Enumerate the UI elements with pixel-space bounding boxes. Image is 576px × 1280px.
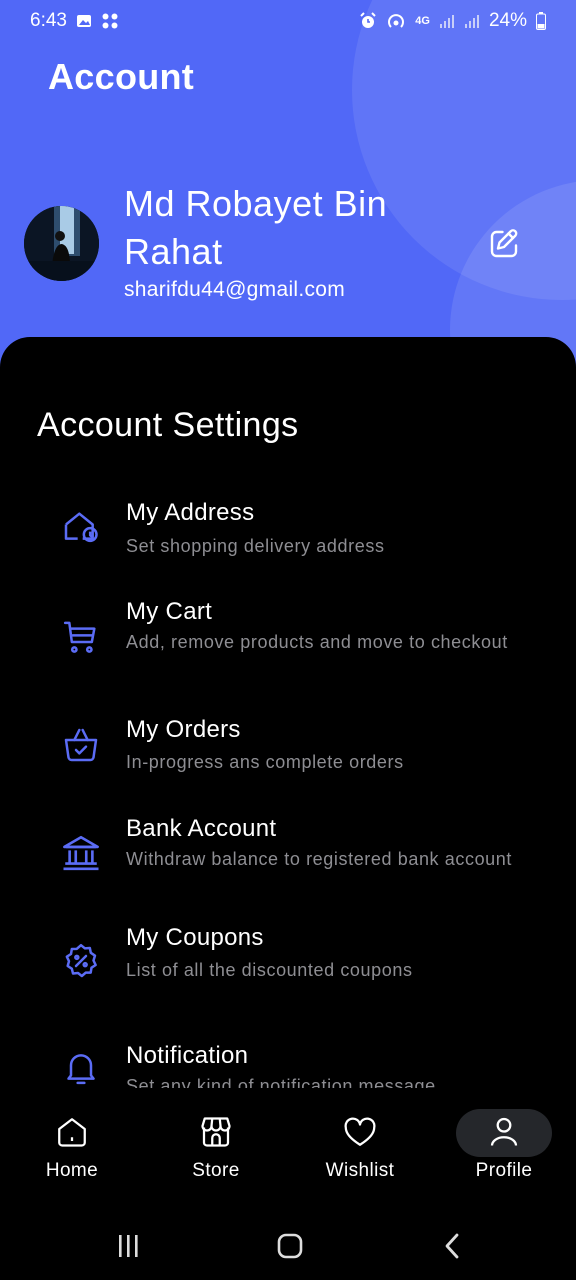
status-time: 6:43 (30, 10, 67, 31)
setting-title: Notification (126, 1042, 249, 1069)
account-header: 6:43 4G 24% Account Md Robayet Bin Rahat… (0, 0, 576, 380)
nav-home[interactable]: Home (0, 1100, 144, 1200)
user-icon (490, 1117, 518, 1146)
setting-item-notification[interactable]: Notification Set any kind of notificatio… (0, 1030, 576, 1088)
signal-icon (464, 15, 479, 28)
coupon-icon (60, 940, 102, 982)
alarm-icon (360, 12, 376, 28)
signal-icon (439, 15, 454, 28)
nav-store[interactable]: Store (144, 1100, 288, 1200)
profile-name: Md Robayet Bin Rahat (124, 183, 388, 272)
setting-title: Bank Account (126, 815, 277, 842)
hotspot-icon (388, 14, 405, 28)
edit-profile-button[interactable] (484, 224, 524, 264)
bottom-navigation: Home Store Wishlist Profile (0, 1100, 576, 1200)
status-bar: 6:43 4G 24% (0, 0, 576, 42)
dots-icon (102, 13, 118, 29)
setting-title: My Address (126, 499, 255, 526)
battery-percent: 24% (488, 10, 527, 31)
setting-title: My Cart (126, 598, 213, 625)
home-location-icon (60, 506, 102, 548)
page-title: Account (48, 56, 195, 97)
system-navigation-bar (0, 1205, 576, 1280)
recents-button[interactable] (108, 1227, 148, 1267)
back-button[interactable] (432, 1227, 472, 1267)
nav-label: Store (192, 1160, 240, 1181)
cart-icon (60, 616, 102, 658)
image-icon (76, 15, 91, 27)
profile-email: sharifdu44@gmail.com (124, 278, 346, 301)
nav-wishlist[interactable]: Wishlist (288, 1100, 432, 1200)
setting-subtitle: Set shopping delivery address (126, 536, 385, 556)
setting-item-cart[interactable]: My Cart Add, remove products and move to… (0, 590, 576, 685)
home-circle-icon (277, 1233, 303, 1259)
setting-item-orders[interactable]: My Orders In-progress ans complete order… (0, 708, 576, 798)
system-home-button[interactable] (270, 1227, 310, 1267)
home-icon (58, 1118, 86, 1147)
settings-list[interactable]: My Address Set shopping delivery address… (0, 490, 576, 1088)
bank-icon (60, 832, 102, 874)
setting-subtitle: Set any kind of notification message (126, 1076, 436, 1088)
nav-label: Wishlist (325, 1160, 395, 1181)
section-title: Account Settings (37, 406, 299, 444)
bell-icon (60, 1046, 102, 1088)
nav-profile[interactable]: Profile (432, 1100, 576, 1200)
setting-subtitle: List of all the discounted coupons (126, 960, 413, 980)
setting-item-address[interactable]: My Address Set shopping delivery address (0, 490, 576, 580)
setting-subtitle: In-progress ans complete orders (126, 752, 404, 772)
heart-icon (344, 1117, 376, 1146)
back-icon (445, 1233, 459, 1259)
avatar-image (24, 206, 99, 281)
nav-label: Home (45, 1160, 99, 1181)
nav-label: Profile (475, 1160, 533, 1181)
setting-subtitle: Add, remove products and move to checkou… (126, 632, 508, 652)
avatar[interactable] (24, 206, 99, 281)
basket-icon (60, 724, 102, 766)
battery-icon (536, 12, 546, 30)
setting-title: My Coupons (126, 924, 264, 951)
setting-subtitle: Withdraw balance to registered bank acco… (126, 849, 513, 869)
setting-item-bank[interactable]: Bank Account Withdraw balance to registe… (0, 806, 576, 901)
setting-item-coupons[interactable]: My Coupons List of all the discounted co… (0, 924, 576, 1014)
edit-icon (490, 229, 518, 258)
network-type: 4G (415, 14, 430, 27)
store-icon (201, 1117, 231, 1147)
recents-icon (119, 1235, 138, 1257)
setting-title: My Orders (126, 716, 241, 743)
